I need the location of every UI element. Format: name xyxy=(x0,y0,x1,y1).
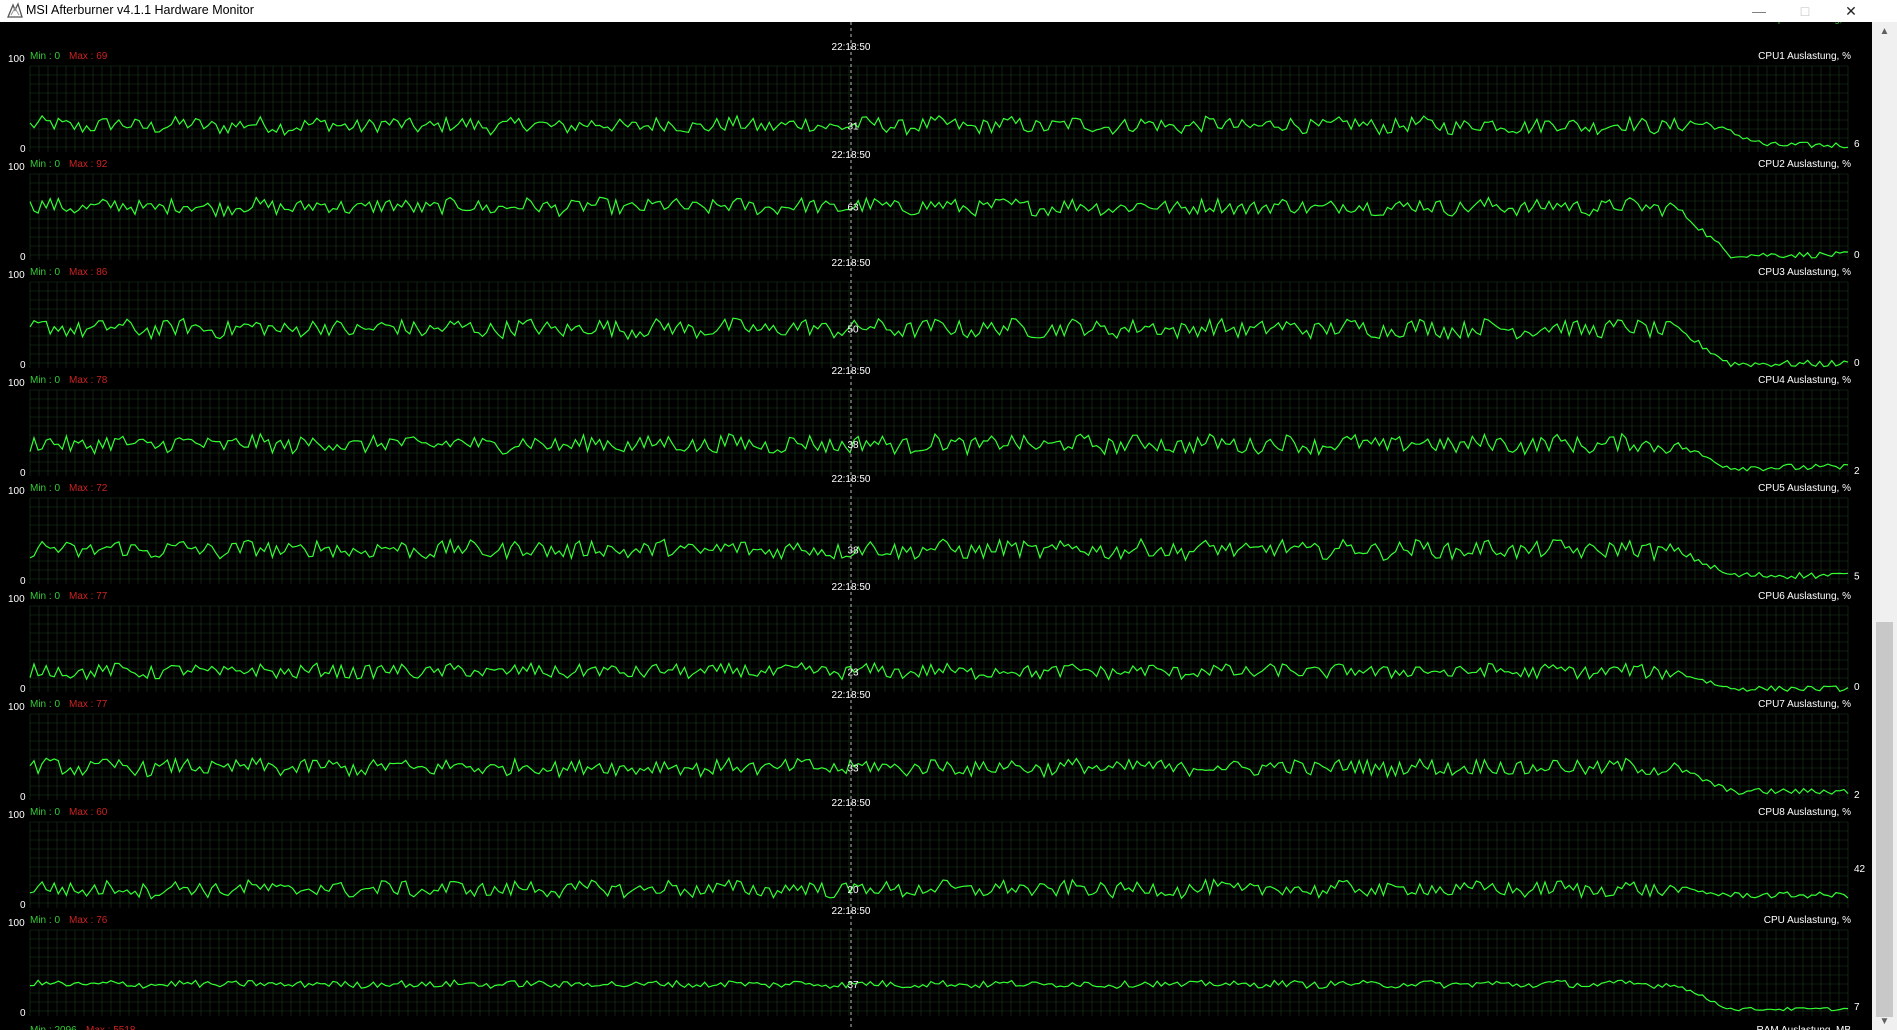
max-label: Max : 78 xyxy=(69,375,108,386)
graph-name-label: CPU2 Auslastung, % xyxy=(1758,159,1851,170)
graph-name-label: CPU3 Auslastung, % xyxy=(1758,267,1851,278)
graphs-canvas: Speichernutzung, MB 100 0 Min : 0 Max : 69 CP… xyxy=(8,22,1866,1030)
current-value-label: 2 xyxy=(1854,466,1860,477)
axis-min-label: 0 xyxy=(20,1008,26,1019)
axis-min-label: 0 xyxy=(20,252,26,263)
min-label: Min : 0 xyxy=(30,483,60,494)
axis-max-label: 100 xyxy=(8,378,25,389)
partial-min-label: Min : 2096 xyxy=(30,1025,77,1030)
close-icon: ✕ xyxy=(1845,2,1857,19)
cursor-value-label: 38 xyxy=(847,440,859,451)
cursor-value-label: 37 xyxy=(847,980,859,991)
max-label: Max : 86 xyxy=(69,267,108,278)
graph-name-label: CPU8 Auslastung, % xyxy=(1758,807,1851,818)
current-value-label: 42 xyxy=(1854,864,1866,875)
scrollbar-thumb[interactable] xyxy=(1876,622,1893,1017)
cursor-value-label: 33 xyxy=(847,763,859,774)
maximize-button[interactable]: □ xyxy=(1782,0,1828,22)
max-label: Max : 77 xyxy=(69,699,108,710)
current-value-label: 7 xyxy=(1854,1002,1860,1013)
minimize-icon: — xyxy=(1752,3,1766,19)
vertical-scrollbar[interactable]: ▲ ▼ xyxy=(1872,22,1897,1030)
partial-max-label: Max : 5518 xyxy=(86,1025,136,1030)
axis-min-label: 0 xyxy=(20,792,26,803)
maximize-icon: □ xyxy=(1800,3,1810,19)
axis-max-label: 100 xyxy=(8,162,25,173)
axis-min-label: 0 xyxy=(20,684,26,695)
chevron-down-icon: ▼ xyxy=(1879,1015,1890,1027)
min-label: Min : 0 xyxy=(30,51,60,62)
afterburner-icon xyxy=(6,2,24,20)
axis-max-label: 100 xyxy=(8,594,25,605)
axis-max-label: 100 xyxy=(8,702,25,713)
axis-max-label: 100 xyxy=(8,486,25,497)
axis-max-label: 100 xyxy=(8,918,25,929)
graph-name-label: CPU1 Auslastung, % xyxy=(1758,51,1851,62)
axis-max-label: 100 xyxy=(8,270,25,281)
max-label: Max : 77 xyxy=(69,591,108,602)
cursor-value-label: 31 xyxy=(847,121,859,132)
partial-top-label: Speichernutzung, MB xyxy=(1772,22,1858,24)
graph-name-label: CPU7 Auslastung, % xyxy=(1758,699,1851,710)
max-label: Max : 92 xyxy=(69,159,108,170)
cursor-value-label: 20 xyxy=(847,885,859,896)
min-label: Min : 0 xyxy=(30,591,60,602)
hardware-monitor-graphs[interactable]: Speichernutzung, MB 100 0 Min : 0 Max : 69 CP… xyxy=(0,22,1872,1030)
axis-min-label: 0 xyxy=(20,576,26,587)
axis-min-label: 0 xyxy=(20,900,26,911)
axis-max-label: 100 xyxy=(8,54,25,65)
current-value-label: 2 xyxy=(1854,790,1860,801)
max-label: Max : 60 xyxy=(69,807,108,818)
min-label: Min : 0 xyxy=(30,375,60,386)
scroll-up-button[interactable]: ▲ xyxy=(1872,22,1897,40)
title-bar[interactable]: MSI Afterburner v4.1.1 Hardware Monitor … xyxy=(0,0,1897,22)
max-label: Max : 69 xyxy=(69,51,108,62)
current-value-label: 0 xyxy=(1854,358,1860,369)
window-title: MSI Afterburner v4.1.1 Hardware Monitor xyxy=(26,3,254,17)
chevron-up-icon: ▲ xyxy=(1879,25,1890,37)
scroll-down-button[interactable]: ▼ xyxy=(1872,1012,1897,1030)
current-value-label: 5 xyxy=(1854,572,1860,583)
current-value-label: 0 xyxy=(1854,682,1860,693)
current-value-label: 6 xyxy=(1854,139,1860,150)
min-label: Min : 0 xyxy=(30,159,60,170)
minimize-button[interactable]: — xyxy=(1736,0,1782,22)
axis-min-label: 0 xyxy=(20,360,26,371)
axis-min-label: 0 xyxy=(20,144,26,155)
graph-name-label: CPU4 Auslastung, % xyxy=(1758,375,1851,386)
cursor-value-label: 63 xyxy=(847,203,859,214)
min-label: Min : 0 xyxy=(30,915,60,926)
cursor-value-label: 23 xyxy=(847,667,859,678)
graph-name-label: CPU5 Auslastung, % xyxy=(1758,483,1851,494)
min-label: Min : 0 xyxy=(30,699,60,710)
min-label: Min : 0 xyxy=(30,807,60,818)
close-button[interactable]: ✕ xyxy=(1828,0,1874,22)
partial-graph-name: RAM Auslastung, MB xyxy=(1757,1025,1852,1030)
cursor-value-label: 50 xyxy=(847,324,859,335)
graph-name-label: CPU Auslastung, % xyxy=(1764,915,1851,926)
cursor-value-label: 38 xyxy=(847,546,859,557)
max-label: Max : 72 xyxy=(69,483,108,494)
min-label: Min : 0 xyxy=(30,267,60,278)
current-value-label: 0 xyxy=(1854,250,1860,261)
max-label: Max : 76 xyxy=(69,915,108,926)
graph-name-label: CPU6 Auslastung, % xyxy=(1758,591,1851,602)
axis-min-label: 0 xyxy=(20,468,26,479)
axis-max-label: 100 xyxy=(8,810,25,821)
